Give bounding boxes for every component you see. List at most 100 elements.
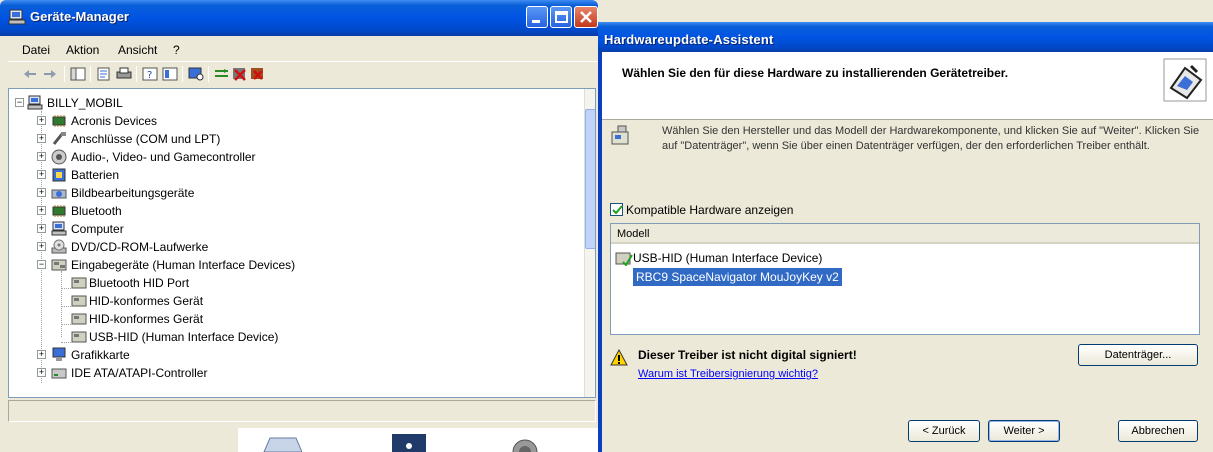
instruction-text: Wählen Sie den Hersteller und das Modell…: [662, 125, 1200, 152]
device-icon: [392, 434, 426, 452]
print-icon[interactable]: [116, 67, 132, 81]
hid-device-icon: [71, 331, 87, 343]
scrollbar-thumb[interactable]: [585, 109, 595, 249]
tree-item-label: Eingabegeräte (Human Interface Devices): [71, 258, 296, 272]
uninstall-device-icon[interactable]: [250, 67, 266, 81]
hardware-info-icon: [611, 125, 629, 145]
wizard-header: Wählen Sie den für diese Hardware zu ins…: [602, 52, 1213, 120]
expand-icon[interactable]: +: [37, 116, 46, 125]
svg-text:?: ?: [147, 70, 152, 81]
device-manager-titlebar[interactable]: Geräte-Manager: [0, 0, 598, 36]
computer-icon: [51, 221, 67, 236]
expand-icon[interactable]: +: [37, 224, 46, 233]
model-column-header[interactable]: Modell: [611, 224, 1199, 244]
tree-connector: [61, 342, 71, 343]
tree-item-label: DVD/CD-ROM-Laufwerke: [71, 240, 209, 254]
wizard-titlebar[interactable]: Hardwareupdate-Assistent: [598, 22, 1213, 52]
model-list[interactable]: Modell USB-HID (Human Interface Device) …: [610, 223, 1200, 335]
menu-datei[interactable]: Datei: [22, 43, 50, 57]
driver-icon: [615, 252, 633, 266]
vertical-scrollbar[interactable]: [584, 89, 595, 397]
device-manager-window: Geräte-Manager Datei Aktion Ansicht ? ?: [0, 0, 598, 452]
computer-icon: [27, 95, 43, 110]
wizard-heading: Wählen Sie den für diese Hardware zu ins…: [622, 66, 1009, 80]
driver-signing-link[interactable]: Warum ist Treibersignierung wichtig?: [638, 368, 818, 380]
device-tree[interactable]: − BILLY_MOBIL + Acronis Devices + Anschl…: [8, 88, 596, 398]
port-icon: [52, 132, 66, 145]
console-tree-icon[interactable]: [70, 67, 86, 81]
window-title: Geräte-Manager: [30, 9, 129, 24]
expand-icon[interactable]: +: [37, 350, 46, 359]
warning-icon: [610, 349, 628, 366]
speaker-icon: [512, 439, 538, 452]
desktop-background: [238, 428, 598, 452]
toolbar: ?: [8, 61, 598, 85]
display-icon: [52, 347, 66, 361]
hardware-wizard-icon: [1163, 58, 1207, 102]
drive-icon: [51, 368, 67, 379]
tree-child-label: Bluetooth HID Port: [89, 276, 190, 290]
expand-icon[interactable]: +: [37, 206, 46, 215]
printer-icon: [263, 437, 302, 452]
unsigned-driver-warning: Dieser Treiber ist nicht digital signier…: [638, 348, 857, 362]
checkmark-icon: [612, 205, 623, 215]
chip-icon: [52, 115, 66, 127]
wizard-title: Hardwareupdate-Assistent: [604, 32, 774, 47]
toolbar-separator: [90, 66, 91, 82]
tree-root-label: BILLY_MOBIL: [47, 96, 123, 110]
tree-connector: [61, 271, 62, 337]
properties-icon[interactable]: [96, 67, 112, 81]
tree-connector: [61, 306, 71, 307]
model-item-label: RBC9 SpaceNavigator MouJoyKey v2: [633, 268, 842, 286]
close-button[interactable]: [574, 6, 598, 28]
forward-arrow-icon[interactable]: [42, 67, 58, 81]
tree-item-label: Anschlüsse (COM und LPT): [71, 132, 221, 146]
menu-bar: Datei Aktion Ansicht ?: [8, 36, 598, 60]
maximize-button[interactable]: [550, 6, 572, 28]
menu-ansicht[interactable]: Ansicht: [118, 43, 157, 57]
expand-icon[interactable]: +: [37, 368, 46, 377]
menu-aktion[interactable]: Aktion: [66, 43, 99, 57]
expand-icon[interactable]: +: [37, 134, 46, 143]
expand-icon[interactable]: +: [37, 242, 46, 251]
back-button[interactable]: < Zurück: [908, 420, 980, 442]
tree-item-label: Bluetooth: [71, 204, 122, 218]
help-icon[interactable]: ?: [142, 67, 158, 81]
computer-icon: [8, 9, 26, 25]
hid-device-icon: [71, 277, 87, 289]
hid-device-icon: [71, 313, 87, 325]
speaker-icon: [51, 149, 67, 165]
chip-icon: [52, 205, 66, 217]
disable-device-icon[interactable]: [232, 67, 248, 81]
compatible-hardware-checkbox[interactable]: [610, 203, 623, 216]
tree-connector: [61, 288, 71, 289]
scan-hardware-icon[interactable]: [188, 67, 204, 81]
model-item-label: USB-HID (Human Interface Device): [633, 251, 823, 265]
back-arrow-icon[interactable]: [22, 67, 38, 81]
hid-device-icon: [71, 295, 87, 307]
compatible-hardware-label[interactable]: Kompatible Hardware anzeigen: [626, 203, 793, 217]
collapse-icon[interactable]: −: [37, 260, 46, 269]
toolbar-separator: [136, 66, 137, 82]
minimize-icon: [532, 20, 540, 23]
expand-icon[interactable]: +: [37, 188, 46, 197]
disk-button[interactable]: Datenträger...: [1078, 344, 1198, 366]
cancel-button[interactable]: Abbrechen: [1118, 420, 1198, 442]
view-icon[interactable]: [162, 67, 178, 81]
minimize-button[interactable]: [526, 6, 548, 28]
expand-icon[interactable]: +: [37, 170, 46, 179]
expand-icon[interactable]: +: [37, 152, 46, 161]
update-driver-icon[interactable]: [214, 67, 230, 81]
status-bar: [8, 400, 596, 422]
collapse-icon[interactable]: −: [15, 98, 24, 107]
tree-item-label: Acronis Devices: [71, 114, 158, 128]
tree-child-label: HID-konformes Gerät: [89, 312, 204, 326]
toolbar-separator: [64, 66, 65, 82]
tree-child-label: HID-konformes Gerät: [89, 294, 204, 308]
menu-help[interactable]: ?: [173, 43, 180, 57]
model-column-label: Modell: [617, 228, 650, 240]
tree-item-label: Computer: [71, 222, 124, 236]
tree-item-label: Bildbearbeitungsgeräte: [71, 186, 195, 200]
hardware-update-wizard: Hardwareupdate-Assistent Wählen Sie den …: [598, 22, 1213, 452]
next-button[interactable]: Weiter >: [988, 420, 1060, 442]
